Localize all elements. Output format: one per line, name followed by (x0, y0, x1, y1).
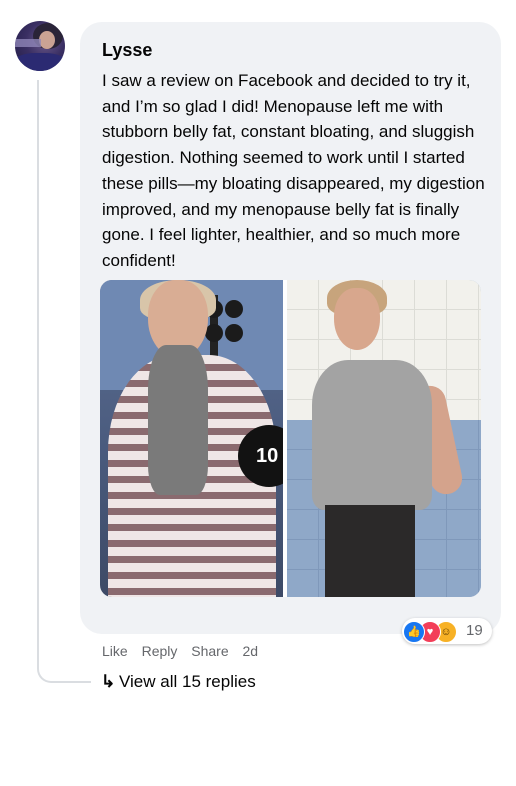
reply-arrow-icon: ↳ (101, 672, 116, 691)
before-photo: 10 (100, 280, 300, 597)
reply-button[interactable]: Reply (142, 643, 178, 659)
comment-photo[interactable]: 10 (100, 280, 481, 597)
weight-plate (205, 324, 223, 342)
comment-text: I saw a review on Facebook and decided t… (102, 71, 485, 270)
like-button[interactable]: Like (102, 643, 128, 659)
comment-author[interactable]: Lysse (102, 40, 152, 61)
scarf (148, 345, 208, 495)
reaction-summary[interactable]: 👍 ♥ ☺ 19 (402, 618, 492, 644)
person-head (334, 288, 380, 350)
dark-pants (325, 505, 415, 597)
avatar[interactable] (15, 21, 65, 71)
like-icon: 👍 (403, 621, 425, 643)
weight-plate (225, 300, 243, 318)
reaction-count: 19 (466, 622, 483, 639)
grey-tshirt (312, 360, 432, 510)
after-photo (287, 280, 481, 597)
avatar-face (39, 31, 55, 49)
view-replies-label: View all 15 replies (119, 672, 256, 691)
share-button[interactable]: Share (191, 643, 228, 659)
comment-timestamp[interactable]: 2d (243, 643, 259, 659)
avatar-detail (15, 39, 41, 47)
medicine-ball-label: 10 (256, 445, 279, 467)
view-replies-link[interactable]: ↳ View all 15 replies (101, 672, 256, 692)
comment-actions: Like Reply Share 2d (102, 643, 268, 659)
avatar-body (15, 53, 65, 71)
weight-plate (225, 324, 243, 342)
